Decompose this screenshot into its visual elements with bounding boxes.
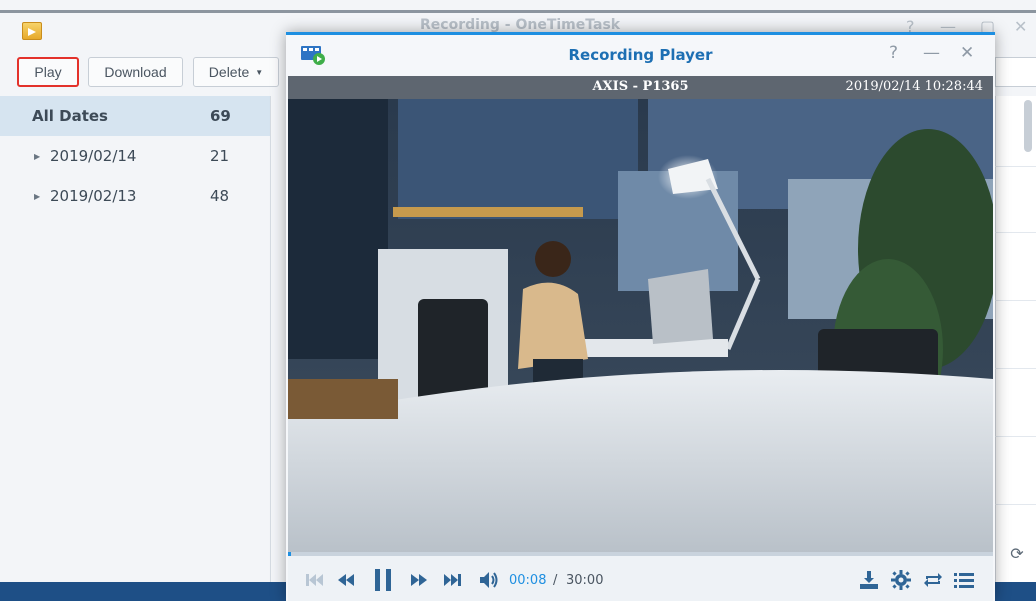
play-button-label: Play: [34, 64, 62, 80]
expand-arrow-icon[interactable]: ▶: [34, 152, 40, 161]
repeat-icon[interactable]: [922, 570, 944, 590]
rewind-icon[interactable]: [335, 570, 357, 590]
volume-icon[interactable]: [478, 570, 500, 590]
pause-icon[interactable]: [372, 569, 394, 591]
playback-controls: 00:08 / 30:00: [288, 556, 993, 601]
recording-app-icon: [22, 22, 42, 40]
delete-button[interactable]: Delete ▼: [193, 57, 279, 87]
skip-next-icon[interactable]: [441, 570, 463, 590]
total-time: 30:00: [566, 573, 604, 588]
close-icon[interactable]: ✕: [1014, 17, 1027, 36]
delete-button-label: Delete: [208, 64, 250, 80]
recording-timestamp: 2019/02/14 10:28:44: [845, 79, 983, 94]
expand-arrow-icon[interactable]: ▶: [34, 192, 40, 201]
playlist-icon[interactable]: [953, 570, 975, 590]
tree-item-count: 48: [210, 187, 230, 205]
app-title: Recording - OneTimeTask: [420, 17, 621, 33]
video-header-bar: AXIS - P1365 2019/02/14 10:28:44: [288, 76, 993, 99]
download-icon[interactable]: [858, 570, 880, 590]
close-icon[interactable]: ✕: [960, 43, 974, 63]
tree-item-label: All Dates: [32, 107, 108, 125]
settings-icon[interactable]: [890, 570, 912, 590]
fast-forward-icon[interactable]: [408, 570, 430, 590]
video-frame[interactable]: [288, 99, 993, 552]
time-separator: /: [553, 573, 558, 588]
tree-item-all-dates[interactable]: All Dates 69: [0, 96, 270, 136]
list-scrollbar[interactable]: [1024, 100, 1032, 152]
player-titlebar: Recording Player ? — ✕: [286, 35, 995, 75]
tree-item-count: 69: [210, 107, 231, 125]
tree-item-label: 2019/02/14: [50, 147, 137, 165]
tree-item-count: 21: [210, 147, 230, 165]
tree-item-2019-02-14[interactable]: ▶ 2019/02/14 21: [0, 136, 270, 176]
download-button[interactable]: Download: [88, 57, 183, 87]
help-icon[interactable]: ?: [889, 43, 898, 63]
tree-item-2019-02-13[interactable]: ▶ 2019/02/13 48: [0, 176, 270, 216]
sidebar-divider: [270, 96, 271, 582]
skip-previous-icon[interactable]: [304, 570, 326, 590]
recording-player-window: Recording Player ? — ✕ AXIS - P1365 2019…: [286, 32, 995, 601]
recording-list-edge: [995, 96, 1036, 582]
tree-item-label: 2019/02/13: [50, 187, 137, 205]
search-input[interactable]: [995, 57, 1036, 87]
download-button-label: Download: [104, 64, 167, 80]
current-time: 00:08: [509, 573, 547, 588]
minimize-icon[interactable]: —: [923, 43, 940, 63]
refresh-icon[interactable]: ⟳: [1004, 540, 1030, 566]
chevron-down-icon: ▼: [255, 67, 264, 77]
play-button[interactable]: Play: [17, 57, 79, 87]
video-scene-image: [288, 99, 993, 552]
